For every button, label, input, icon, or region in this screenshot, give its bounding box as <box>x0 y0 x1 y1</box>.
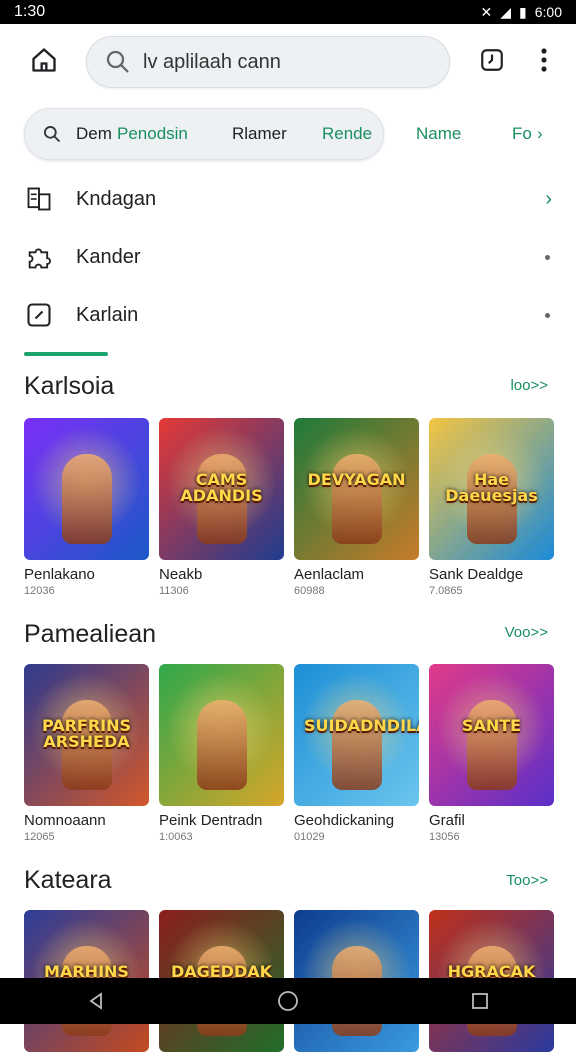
more-options-button[interactable] <box>532 44 556 76</box>
app-thumbnail[interactable]: SANTE <box>429 664 554 806</box>
filter-chip-row: Dem Penodsin Rlamer Rende Name Fo › <box>24 108 576 162</box>
app-card[interactable]: CAMS ADANDIS Neakb 11306 <box>159 418 284 597</box>
app-name: Peink Dentradn <box>159 812 263 829</box>
character-figure <box>332 700 382 790</box>
wifi-icon: ◢ <box>500 3 512 20</box>
chevron-right-icon[interactable]: › <box>537 124 543 144</box>
app-name: Penlakano <box>24 566 95 583</box>
back-icon <box>89 992 102 1010</box>
app-meta: 7.0865 <box>429 585 463 597</box>
home-nav-button[interactable] <box>268 981 308 1021</box>
app-row: Penlakano 12036 CAMS ADANDIS Neakb 11306 DEVY… <box>24 418 554 597</box>
menu-item-label: Kndagan <box>76 187 157 210</box>
search-icon <box>106 50 129 73</box>
timer-icon <box>481 49 503 71</box>
app-thumbnail[interactable]: Hae Daeuesjas <box>429 418 554 560</box>
timer-button[interactable] <box>478 46 506 74</box>
status-time: 1:30 <box>14 3 46 20</box>
menu-item-karlain[interactable]: Karlain <box>0 286 576 344</box>
menu-item-kndagan[interactable]: Kndagan › <box>0 170 576 228</box>
section-more-link[interactable]: Voo>> <box>505 624 548 641</box>
home-button[interactable] <box>28 44 60 76</box>
mute-icon: ✕ <box>480 3 493 20</box>
section-title: Kateara <box>24 866 112 894</box>
app-badge-text: SANTE <box>461 716 522 735</box>
app-badge-text: DEVYAGAN <box>307 470 406 489</box>
app-meta: 12036 <box>24 585 55 597</box>
app-thumbnail[interactable]: CAMS ADANDIS <box>159 418 284 560</box>
app-thumbnail[interactable]: PARFRINS ARSHEDA <box>24 664 149 806</box>
app-meta: 12065 <box>24 831 55 843</box>
compass-icon <box>24 300 54 330</box>
recents-icon <box>472 993 488 1009</box>
back-button[interactable] <box>76 981 116 1021</box>
battery-text: 6:00 <box>534 4 562 20</box>
app-meta: 11306 <box>159 585 189 597</box>
app-card[interactable]: Penlakano 12036 <box>24 418 149 597</box>
dot-indicator <box>545 312 550 318</box>
tab-indicator <box>24 352 108 356</box>
recents-button[interactable] <box>460 981 500 1021</box>
search-text: lv aplilaah cann <box>143 50 281 73</box>
app-card[interactable]: Peink Dentradn 1:0063 <box>159 664 284 843</box>
app-meta: 01029 <box>294 831 325 843</box>
app-thumbnail[interactable]: DEVYAGAN <box>294 418 419 560</box>
search-input[interactable]: lv aplilaah cann <box>86 36 450 88</box>
menu-item-label: Karlain <box>76 303 139 326</box>
character-figure <box>197 700 247 790</box>
app-meta: 13056 <box>429 831 460 843</box>
app-row: PARFRINS ARSHEDA Nomnoaann 12065 Peink Dent… <box>24 664 554 843</box>
app-badge-text: Hae Daeuesjas <box>445 470 538 505</box>
status-icons: ✕ ◢ ▮ 6:00 <box>481 4 562 21</box>
section-title: Karlsoia <box>24 372 115 400</box>
chip-dem[interactable]: Dem <box>76 124 112 144</box>
chip-rende[interactable]: Rende <box>322 124 372 144</box>
app-name: Geohdickaning <box>294 812 395 829</box>
home-circle-icon <box>278 991 298 1011</box>
character-figure <box>332 454 382 544</box>
menu-list: Kndagan › Kander Karlain <box>0 170 576 344</box>
app-badge-text: SUIDADNDILAN <box>304 716 419 735</box>
status-bar: 1:30 ✕ ◢ ▮ 6:00 <box>0 0 576 24</box>
character-figure <box>467 700 517 790</box>
chip-search-icon <box>44 126 61 143</box>
dot-indicator <box>545 254 550 260</box>
section-more-link[interactable]: loo>> <box>510 377 548 394</box>
chip-name[interactable]: Name <box>416 124 461 144</box>
chip-rlamer[interactable]: Rlamer <box>232 124 287 144</box>
navigation-bar <box>0 978 576 1024</box>
puzzle-icon <box>24 242 54 272</box>
more-vert-icon <box>541 48 547 72</box>
menu-item-label: Kander <box>76 245 141 268</box>
app-name: Nomnoaann <box>24 812 106 829</box>
menu-item-kander[interactable]: Kander <box>0 228 576 286</box>
app-meta: 1:0063 <box>159 831 193 843</box>
app-name: Sank Dealdge <box>429 566 524 583</box>
top-bar: lv aplilaah cann <box>0 34 576 92</box>
app-name: Grafil <box>429 812 465 829</box>
app-card[interactable]: PARFRINS ARSHEDA Nomnoaann 12065 <box>24 664 149 843</box>
app-thumbnail[interactable] <box>159 664 284 806</box>
chip-fo[interactable]: Fo <box>512 124 532 144</box>
app-card[interactable]: SANTE Grafil 13056 <box>429 664 554 843</box>
app-card[interactable]: Hae Daeuesjas Sank Dealdge 7.0865 <box>429 418 554 597</box>
app-badge-text: PARFRINS ARSHEDA <box>41 716 132 751</box>
section-more-link[interactable]: Too>> <box>506 872 548 889</box>
app-card[interactable]: DEVYAGAN Aenlaclam 60988 <box>294 418 419 597</box>
chevron-right-icon: › <box>545 187 552 210</box>
app-card[interactable]: SUIDADNDILAN Geohdickaning 01029 <box>294 664 419 843</box>
app-thumbnail[interactable] <box>24 418 149 560</box>
section-title: Pamealiean <box>24 620 157 648</box>
app-badge-text: CAMS ADANDIS <box>180 470 263 505</box>
app-thumbnail[interactable]: SUIDADNDILAN <box>294 664 419 806</box>
library-icon <box>24 184 54 214</box>
battery-icon: ▮ <box>519 3 527 20</box>
character-figure <box>62 454 112 544</box>
app-name: Aenlaclam <box>294 566 365 583</box>
app-meta: 60988 <box>294 585 325 597</box>
chip-dem-accent[interactable]: Penodsin <box>117 124 188 144</box>
home-icon <box>32 48 56 72</box>
app-name: Neakb <box>159 566 203 583</box>
